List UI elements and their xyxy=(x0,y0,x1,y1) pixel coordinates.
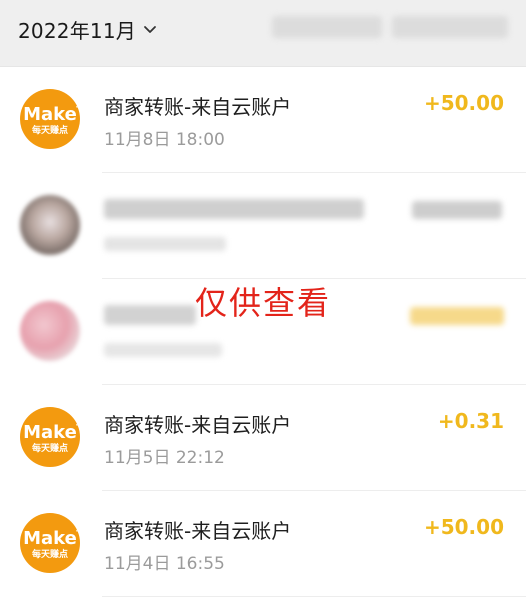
transaction-list: Make+ 每天赚点 商家转账-来自云账户 11月8日 18:00 +50.00… xyxy=(0,67,526,597)
logo-word: Make xyxy=(23,421,77,443)
blurred-filter-1[interactable] xyxy=(272,16,382,38)
transaction-amount: +0.31 xyxy=(437,409,504,433)
transaction-row[interactable]: Make+ 每天赚点 商家转账-来自云账户 11月5日 22:12 +0.31 xyxy=(0,385,526,491)
logo-sub: 每天赚点 xyxy=(31,443,68,454)
transaction-title: 商家转账-来自云账户 xyxy=(104,413,292,437)
transaction-row[interactable]: Make+ 每天赚点 商家转账-来自云账户 11月4日 16:55 +50.00 xyxy=(0,491,526,597)
transaction-amount: +50.00 xyxy=(423,91,504,115)
month-label: 2022年11月 xyxy=(18,18,136,43)
logo-sub: 每天赚点 xyxy=(31,125,68,136)
transaction-time: 11月5日 22:12 xyxy=(104,448,225,468)
blurred-filter-2[interactable] xyxy=(392,16,508,38)
logo-word: Make xyxy=(23,527,77,549)
make-logo-icon: Make+ 每天赚点 xyxy=(20,513,80,573)
blurred-avatar xyxy=(20,195,80,255)
make-logo-icon: Make+ 每天赚点 xyxy=(20,89,80,149)
transaction-amount: +50.00 xyxy=(423,515,504,539)
chevron-down-icon xyxy=(144,26,156,33)
month-selector[interactable]: 2022年11月 xyxy=(18,14,158,44)
blurred-time xyxy=(104,237,226,251)
blurred-title xyxy=(104,199,364,219)
logo-word: Make xyxy=(23,103,77,125)
logo-sub: 每天赚点 xyxy=(31,549,68,560)
header-bar: 2022年11月 xyxy=(0,0,526,67)
blurred-time xyxy=(104,343,222,357)
transaction-time: 11月8日 18:00 xyxy=(104,130,225,150)
transaction-title: 商家转账-来自云账户 xyxy=(104,95,292,119)
blurred-amount xyxy=(412,201,502,219)
transaction-title: 商家转账-来自云账户 xyxy=(104,519,292,543)
make-logo-icon: Make+ 每天赚点 xyxy=(20,407,80,467)
watermark: 仅供查看 xyxy=(194,284,331,322)
transaction-time: 11月4日 16:55 xyxy=(104,554,225,574)
transaction-row-blurred[interactable] xyxy=(0,173,526,279)
transaction-row[interactable]: Make+ 每天赚点 商家转账-来自云账户 11月8日 18:00 +50.00 xyxy=(0,67,526,173)
divider xyxy=(102,596,526,597)
